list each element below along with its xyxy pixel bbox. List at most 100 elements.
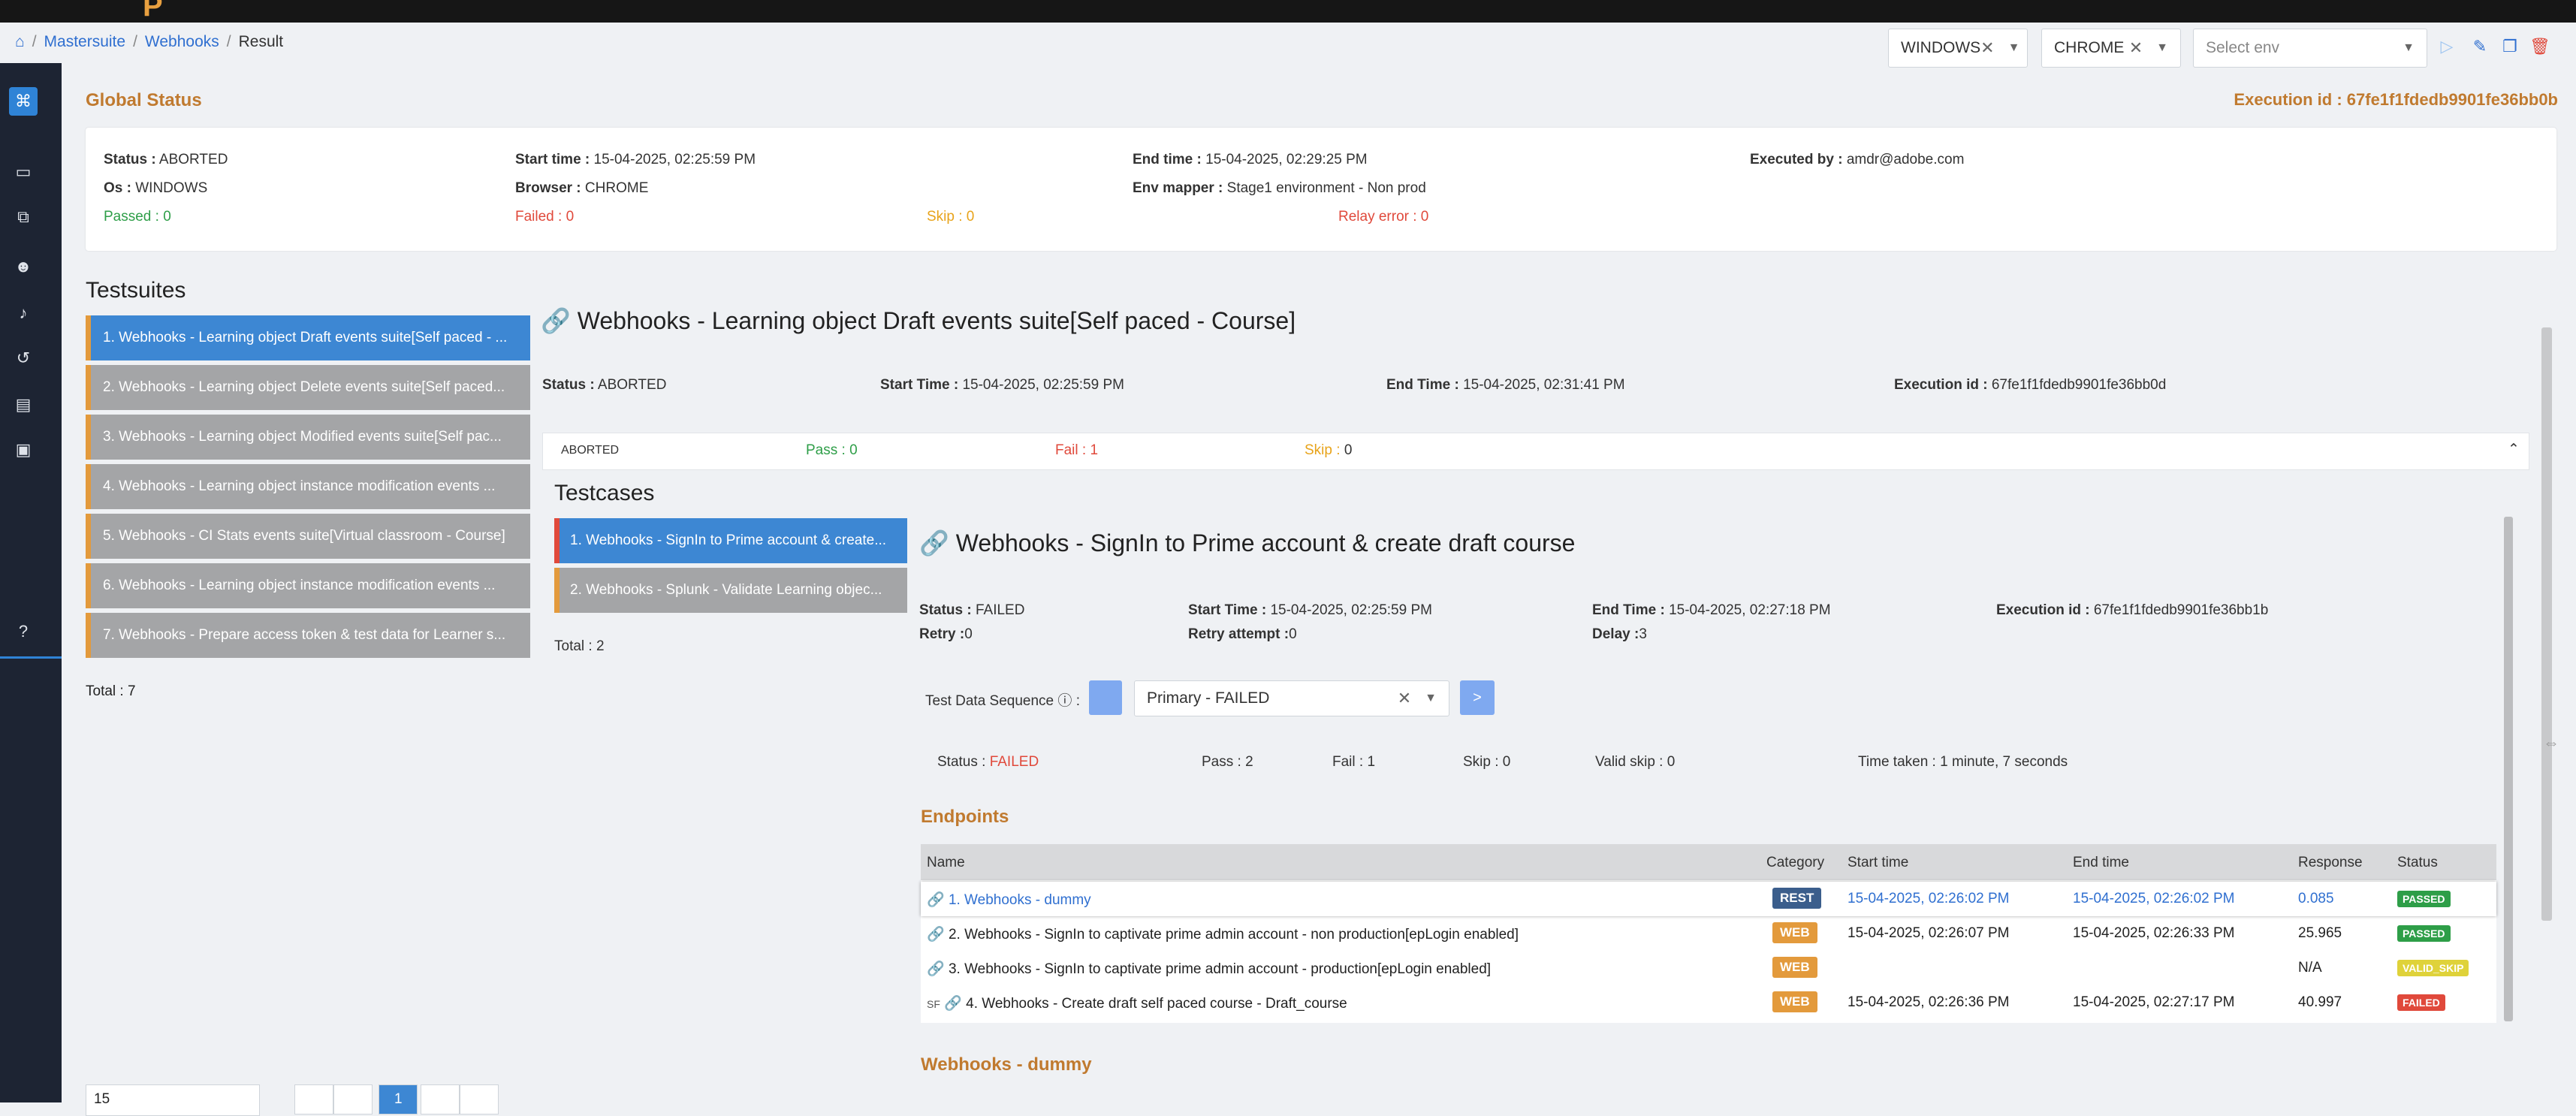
tc-start-time: Start Time : 15-04-2025, 02:25:59 PM — [1188, 602, 1432, 618]
os-select[interactable]: WINDOWS ✕ ▼ — [1888, 29, 2028, 68]
test-data-select[interactable]: Primary - FAILED ✕ ▼ — [1134, 680, 1449, 716]
chevron-down-icon[interactable]: ▼ — [2403, 41, 2415, 55]
endpoints-title: Endpoints — [921, 807, 1009, 827]
row-name[interactable]: SF 🔗 4. Webhooks - Create draft self pac… — [927, 994, 1347, 1012]
table-row[interactable]: 🔗 1. Webhooks - dummy REST 15-04-2025, 0… — [921, 882, 2496, 916]
row-name[interactable]: 🔗 1. Webhooks - dummy — [927, 891, 1091, 909]
page-size-value: 15 — [94, 1091, 110, 1107]
category-badge: WEB — [1772, 957, 1817, 978]
suite-execution-id: Execution id : 67fe1f1fdedb9901fe36bb0d — [1894, 377, 2167, 393]
suite-item[interactable]: 2. Webhooks - Learning object Delete eve… — [86, 365, 530, 410]
row-end: 15-04-2025, 02:26:33 PM — [2073, 925, 2235, 941]
bell-icon[interactable]: ♪ — [9, 299, 38, 327]
start-time-field: Start time : 15-04-2025, 02:25:59 PM — [515, 152, 756, 167]
tc-delay: Delay :3 — [1592, 626, 1647, 642]
page-next-button[interactable] — [421, 1084, 460, 1114]
info-icon: ⓘ — [1057, 693, 1072, 709]
clear-icon[interactable]: ✕ — [2129, 38, 2143, 58]
run-pass: Pass : 2 — [1202, 754, 1253, 770]
env-select[interactable]: Select env ▼ — [2193, 29, 2427, 68]
run-fail: Fail : 1 — [1332, 754, 1376, 770]
test-data-sequence-label: Test Data Sequence ⓘ : — [925, 693, 1080, 709]
suite-summary-bar[interactable]: ABORTED Pass : 0 Fail : 1 Skip : 0 ⌃ — [542, 433, 2529, 470]
run-status: Status : FAILED — [937, 754, 1039, 770]
suite-item[interactable]: 7. Webhooks - Prepare access token & tes… — [86, 613, 530, 658]
table-row[interactable]: 🔗 3. Webhooks - SignIn to captivate prim… — [921, 951, 2496, 985]
chevron-down-icon[interactable]: ▼ — [2156, 41, 2168, 55]
breadcrumb-sep: / — [226, 33, 231, 50]
history-icon[interactable]: ↺ — [9, 344, 38, 373]
chevron-down-icon[interactable]: ▼ — [2008, 41, 2020, 55]
suite-pass: Pass : 0 — [806, 442, 858, 458]
testcase-item[interactable]: 2. Webhooks - Splunk - Validate Learning… — [554, 568, 907, 613]
chevron-down-icon[interactable]: ▼ — [1425, 692, 1437, 705]
col-start-time: Start time — [1848, 855, 1909, 870]
main-scrollbar[interactable] — [2541, 327, 2552, 921]
status-badge: FAILED — [2397, 994, 2445, 1011]
page-button-current[interactable]: 1 — [379, 1084, 418, 1114]
next-button[interactable]: > — [1460, 680, 1495, 715]
suite-item[interactable]: 4. Webhooks - Learning object instance m… — [86, 464, 530, 509]
suite-item[interactable]: 1. Webhooks - Learning object Draft even… — [86, 315, 530, 360]
page-prev-button[interactable] — [333, 1084, 373, 1114]
testcase-item[interactable]: 1. Webhooks - SignIn to Prime account & … — [554, 518, 907, 563]
endpoints-table: Name Category Start time End time Respon… — [921, 844, 2496, 1023]
suite-detail-title: 🔗 Webhooks - Learning object Draft event… — [541, 307, 1296, 334]
help-icon[interactable]: ? — [9, 617, 38, 646]
row-response: 0.085 — [2298, 891, 2334, 906]
detail-scrollbar[interactable] — [2504, 517, 2513, 1021]
chevron-up-icon[interactable]: ⌃ — [2508, 441, 2520, 458]
category-badge: REST — [1772, 888, 1822, 909]
global-status-title: Global Status — [86, 90, 202, 110]
collapse-icon[interactable]: ⇔ — [2543, 733, 2559, 753]
suites-total: Total : 7 — [86, 683, 136, 699]
page-first-button[interactable] — [294, 1084, 333, 1114]
table-row[interactable]: 🔗 2. Webhooks - SignIn to captivate prim… — [921, 916, 2496, 951]
document-icon[interactable]: ▤ — [9, 391, 38, 419]
breadcrumb-mastersuite[interactable]: Mastersuite — [44, 33, 126, 51]
left-nav: ⌘ ▭ ⧉ ☻ ♪ ↺ ▤ ▣ ? — [0, 63, 62, 1102]
suite-item[interactable]: 5. Webhooks - CI Stats events suite[Virt… — [86, 514, 530, 559]
status-field: Status : ABORTED — [104, 152, 228, 167]
browser-select[interactable]: CHROME ✕ ▼ — [2041, 29, 2181, 68]
tds-color-button[interactable] — [1089, 680, 1122, 715]
col-category: Category — [1766, 855, 1825, 870]
end-time-field: End time : 15-04-2025, 02:29:25 PM — [1133, 152, 1368, 167]
page-last-button[interactable] — [460, 1084, 499, 1114]
breadcrumb-result: Result — [238, 33, 284, 50]
breadcrumb-webhooks[interactable]: Webhooks — [145, 33, 219, 51]
row-response: 40.997 — [2298, 994, 2342, 1010]
failed-count: Failed : 0 — [515, 209, 575, 225]
suite-summary-status: ABORTED — [561, 444, 620, 457]
col-status: Status — [2397, 855, 2438, 870]
suite-item[interactable]: 3. Webhooks - Learning object Modified e… — [86, 415, 530, 460]
flow-icon[interactable]: ⧉ — [9, 203, 38, 231]
skip-count: Skip : 0 — [927, 209, 975, 225]
play-icon[interactable]: ▷ — [2435, 35, 2459, 59]
suite-status: Status : ABORTED — [542, 377, 667, 393]
row-name[interactable]: 🔗 3. Webhooks - SignIn to captivate prim… — [927, 960, 1491, 978]
tc-retry: Retry :0 — [919, 626, 973, 642]
page-size-select[interactable]: 15 — [86, 1084, 260, 1116]
copy-icon[interactable]: ❐ — [2498, 35, 2522, 59]
clear-icon[interactable]: ✕ — [1398, 689, 1411, 708]
edit-icon[interactable]: ✎ — [2468, 35, 2492, 59]
image-icon[interactable]: ▣ — [9, 436, 38, 464]
endpoint-detail-title: Webhooks - dummy — [921, 1054, 1092, 1075]
testcases-total: Total : 2 — [554, 638, 605, 654]
row-name[interactable]: 🔗 2. Webhooks - SignIn to captivate prim… — [927, 925, 1519, 943]
sitemap-icon[interactable]: ⌘ — [9, 87, 38, 116]
home-icon[interactable]: ⌂ — [15, 33, 25, 51]
monitor-icon[interactable]: ▭ — [9, 158, 38, 186]
table-row[interactable]: SF 🔗 4. Webhooks - Create draft self pac… — [921, 985, 2496, 1020]
users-icon[interactable]: ☻ — [9, 252, 38, 281]
run-valid-skip: Valid skip : 0 — [1595, 754, 1676, 770]
suite-fail: Fail : 1 — [1055, 442, 1099, 458]
run-skip: Skip : 0 — [1463, 754, 1511, 770]
clear-icon[interactable]: ✕ — [1980, 38, 1994, 58]
delete-icon[interactable]: 🗑 — [2528, 35, 2552, 59]
status-badge: VALID_SKIP — [2397, 960, 2469, 976]
os-field: Os : WINDOWS — [104, 180, 208, 196]
suite-item[interactable]: 6. Webhooks - Learning object instance m… — [86, 563, 530, 608]
endpoints-header: Name Category Start time End time Respon… — [921, 844, 2496, 880]
